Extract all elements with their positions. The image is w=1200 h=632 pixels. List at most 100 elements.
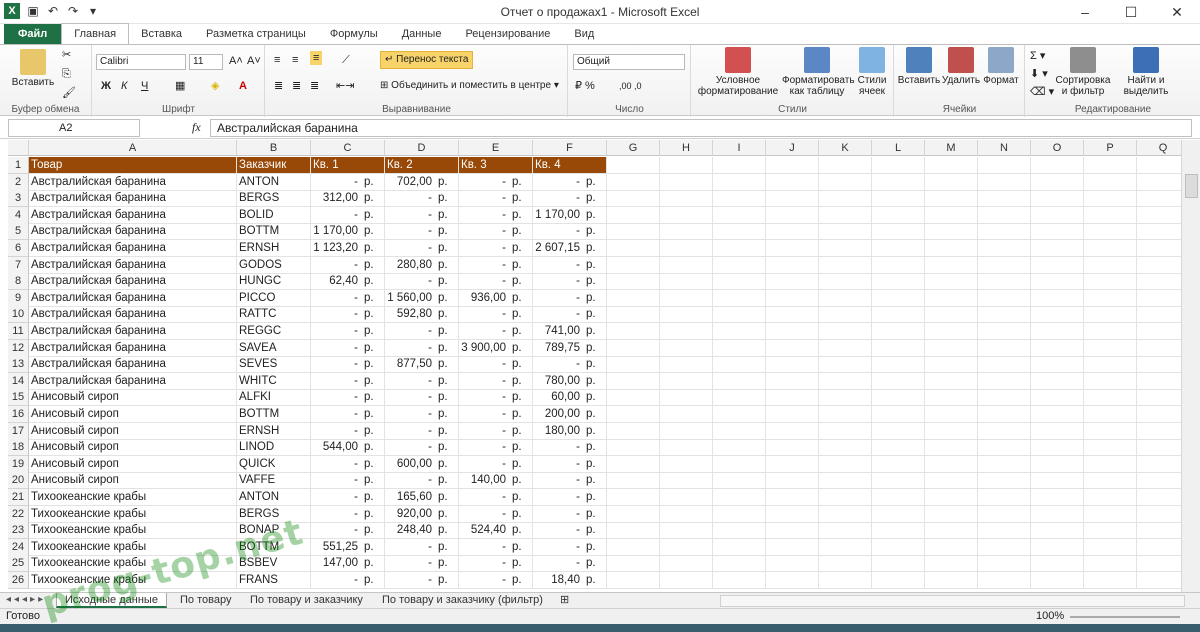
cell[interactable]: Кв. 2 [385, 157, 459, 174]
cell[interactable] [713, 505, 766, 523]
cell[interactable] [1137, 456, 1181, 473]
cell[interactable] [766, 323, 819, 340]
cell[interactable]: 2 607,15 р. [533, 240, 607, 257]
cell[interactable]: - р. [311, 372, 385, 390]
cell[interactable]: - р. [533, 273, 607, 291]
cell[interactable] [819, 356, 872, 374]
cell[interactable] [607, 406, 660, 423]
cell[interactable] [1084, 538, 1137, 556]
cell[interactable]: Австралийская баранина [29, 372, 237, 390]
tab-review[interactable]: Рецензирование [453, 24, 562, 44]
cell[interactable]: ALFKI [237, 389, 311, 407]
row-header[interactable]: 21 [8, 489, 29, 506]
cell[interactable]: Заказчик [237, 157, 311, 174]
cell[interactable] [1137, 223, 1181, 241]
new-sheet-icon[interactable]: ⊞ [552, 593, 577, 608]
cell[interactable] [872, 406, 925, 423]
cell[interactable] [872, 173, 925, 191]
cell[interactable]: - р. [385, 190, 459, 208]
cell[interactable] [660, 555, 713, 573]
cell[interactable]: Кв. 1 [311, 157, 385, 174]
font-color-icon[interactable]: A [239, 79, 247, 93]
cell[interactable] [607, 256, 660, 274]
cell[interactable] [872, 339, 925, 357]
cell[interactable] [872, 422, 925, 440]
cell[interactable] [925, 372, 978, 390]
cell[interactable]: 165,60 р. [385, 489, 459, 506]
align-center-icon[interactable]: ≣ [292, 79, 301, 93]
cell[interactable] [607, 289, 660, 307]
tab-data[interactable]: Данные [390, 24, 454, 44]
cell[interactable] [766, 406, 819, 423]
cell[interactable] [607, 522, 660, 540]
cell[interactable] [766, 289, 819, 307]
cell[interactable]: 1 170,00 р. [533, 206, 607, 224]
cell[interactable] [925, 306, 978, 324]
cell[interactable] [1084, 190, 1137, 208]
cell[interactable] [713, 572, 766, 589]
cell[interactable] [978, 489, 1031, 506]
cell[interactable] [925, 489, 978, 506]
cell[interactable]: FRANS [237, 572, 311, 589]
cell[interactable] [819, 157, 872, 174]
sheet-nav-icon[interactable]: ◂◂◂▸▸ [6, 594, 46, 605]
cell[interactable] [660, 323, 713, 340]
cell[interactable]: WHITC [237, 372, 311, 390]
tab-home[interactable]: Главная [61, 23, 130, 44]
row-header[interactable]: 14 [8, 372, 29, 390]
cell[interactable] [1084, 422, 1137, 440]
cell[interactable] [1031, 422, 1084, 440]
cell[interactable]: VAFFE [237, 472, 311, 490]
cell[interactable] [1137, 572, 1181, 589]
cell[interactable]: 147,00 р. [311, 555, 385, 573]
cell[interactable] [607, 439, 660, 457]
cell[interactable] [978, 323, 1031, 340]
cell[interactable]: Тихоокеанские крабы [29, 538, 237, 556]
cell[interactable] [1031, 472, 1084, 490]
cell[interactable] [872, 157, 925, 174]
tab-view[interactable]: Вид [562, 24, 606, 44]
tab-formulas[interactable]: Формулы [318, 24, 390, 44]
cell[interactable] [1084, 306, 1137, 324]
cell[interactable]: Тихоокеанские крабы [29, 489, 237, 506]
row-header[interactable]: 16 [8, 406, 29, 423]
cell[interactable] [766, 522, 819, 540]
cell[interactable] [1137, 290, 1181, 307]
cell[interactable] [607, 455, 660, 473]
cell[interactable]: - р. [533, 505, 607, 523]
font-name-select[interactable]: Calibri [96, 54, 186, 70]
cell[interactable] [1084, 256, 1137, 274]
cell[interactable]: Австралийская баранина [29, 223, 237, 241]
cell[interactable] [607, 240, 660, 257]
align-middle-icon[interactable]: ≡ [292, 53, 298, 67]
cell[interactable] [925, 256, 978, 274]
cell[interactable]: - р. [311, 489, 385, 506]
cell[interactable] [766, 223, 819, 241]
cell[interactable] [766, 306, 819, 324]
cell[interactable] [660, 240, 713, 257]
cell[interactable] [872, 538, 925, 556]
cell[interactable] [925, 323, 978, 340]
cell[interactable]: Австралийская баранина [29, 190, 237, 208]
grow-font-icon[interactable]: A˄ [229, 54, 243, 68]
cell[interactable]: - р. [459, 273, 533, 291]
cell[interactable] [1031, 439, 1084, 457]
cell[interactable]: 280,80 р. [385, 256, 459, 274]
cell[interactable]: - р. [533, 289, 607, 307]
cell[interactable] [978, 422, 1031, 440]
cell[interactable] [978, 572, 1031, 589]
cell[interactable]: Анисовый сироп [29, 422, 237, 440]
cell[interactable]: - р. [459, 572, 533, 589]
align-right-icon[interactable]: ≣ [310, 79, 319, 93]
cell[interactable] [819, 190, 872, 208]
cell[interactable] [607, 273, 660, 291]
cell[interactable] [607, 538, 660, 556]
cell[interactable]: SEVES [237, 356, 311, 374]
cell[interactable] [607, 472, 660, 490]
cell[interactable] [978, 538, 1031, 556]
cell[interactable] [872, 256, 925, 274]
cell[interactable]: - р. [533, 223, 607, 241]
cell[interactable] [713, 472, 766, 490]
cell[interactable]: - р. [459, 538, 533, 556]
cell[interactable] [1137, 273, 1181, 291]
